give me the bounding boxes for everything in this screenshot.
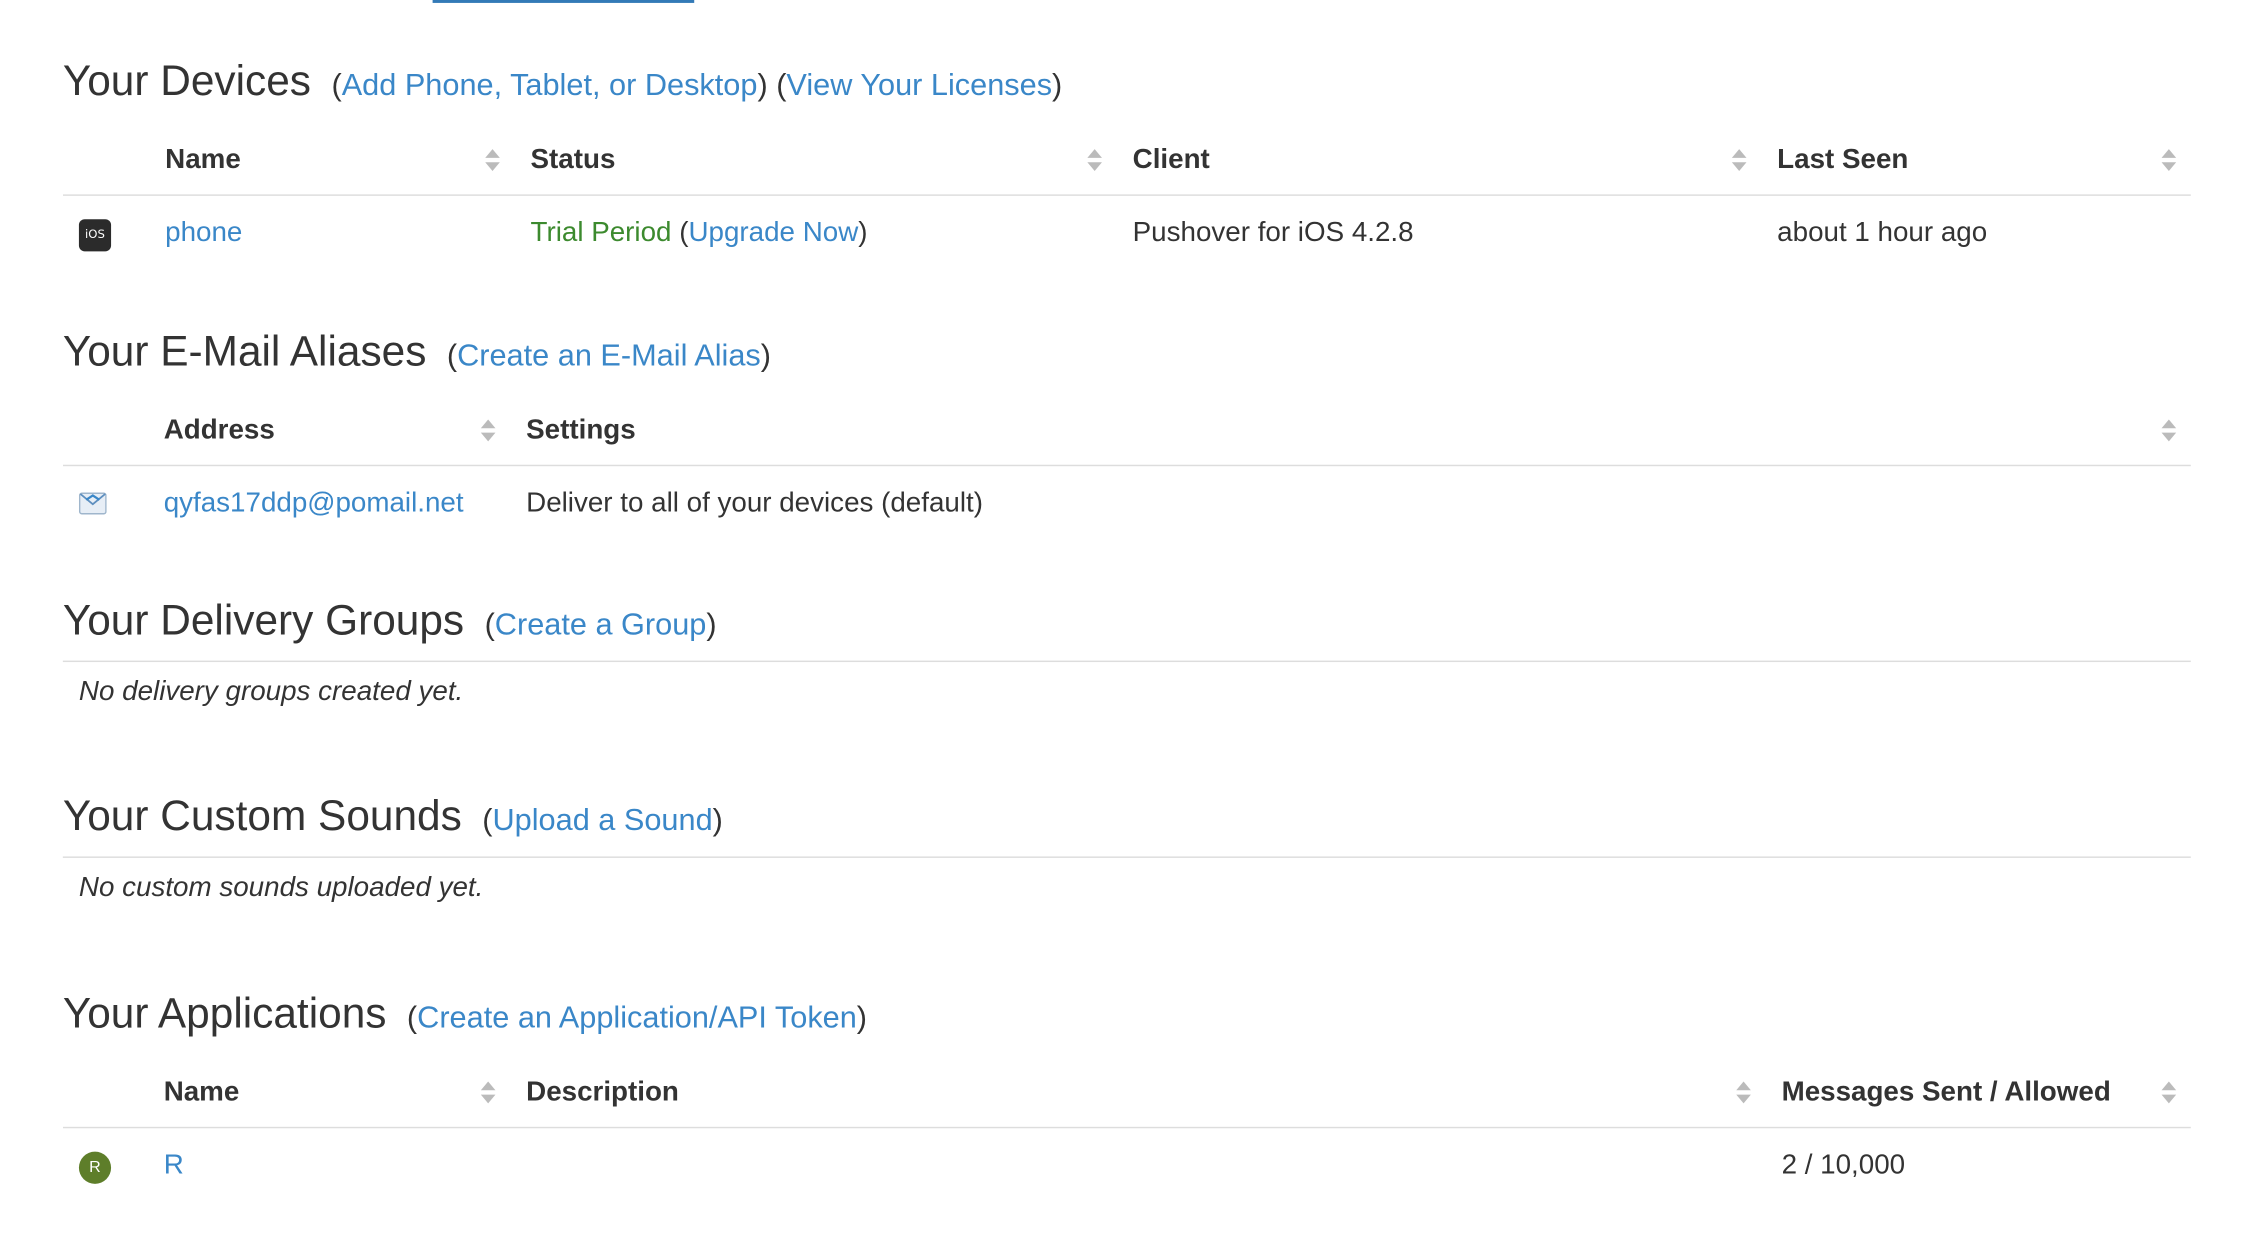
col-messages[interactable]: Messages Sent / Allowed bbox=[1782, 1060, 2111, 1127]
divider bbox=[62, 856, 2191, 858]
alias-address-link[interactable]: qyfas17ddp@pomail.net bbox=[164, 488, 464, 519]
app-messages: 2 / 10,000 bbox=[1781, 1150, 1906, 1181]
groups-empty-text: No delivery groups created yet. bbox=[78, 676, 464, 708]
sort-address-icon[interactable] bbox=[480, 419, 496, 442]
devices-heading: Your Devices (Add Phone, Tablet, or Deskt… bbox=[63, 58, 1062, 106]
device-client: Pushover for iOS 4.2.8 bbox=[1132, 217, 1414, 249]
col-app-name[interactable]: Name bbox=[164, 1060, 240, 1127]
applications-title: Your Applications bbox=[62, 990, 387, 1038]
sort-messages-icon[interactable] bbox=[2161, 1081, 2177, 1105]
sort-last-seen-icon[interactable] bbox=[2161, 149, 2177, 172]
upgrade-now-link[interactable]: Upgrade Now bbox=[688, 218, 858, 249]
create-group-link[interactable]: Create a Group bbox=[495, 608, 707, 642]
col-status[interactable]: Status bbox=[531, 127, 616, 194]
devices-title: Your Devices bbox=[62, 58, 312, 106]
create-alias-link[interactable]: Create an E-Mail Alias bbox=[457, 339, 761, 373]
applications-links: (Create an Application/API Token) bbox=[406, 1001, 868, 1035]
mail-icon bbox=[78, 492, 107, 515]
sort-description-icon[interactable] bbox=[1736, 1081, 1751, 1105]
add-device-link[interactable]: Add Phone, Tablet, or Desktop bbox=[342, 69, 758, 103]
aliases-title: Your E-Mail Aliases bbox=[62, 328, 427, 376]
sort-client-icon[interactable] bbox=[1731, 149, 1747, 172]
col-last-seen[interactable]: Last Seen bbox=[1777, 127, 1908, 194]
table-row: qyfas17ddp@pomail.net Deliver to all of … bbox=[63, 466, 2191, 542]
sort-status-icon[interactable] bbox=[1087, 149, 1102, 172]
col-settings[interactable]: Settings bbox=[526, 398, 636, 465]
active-tab-indicator bbox=[432, 0, 695, 3]
sort-app-name-icon[interactable] bbox=[480, 1081, 496, 1105]
groups-heading: Your Delivery Groups (Create a Group) bbox=[63, 598, 717, 646]
alias-settings: Deliver to all of your devices (default) bbox=[526, 488, 983, 519]
app-icon: R bbox=[78, 1151, 112, 1184]
aliases-table-header: Address Settings bbox=[62, 398, 2191, 467]
table-row: R R 2 / 10,000 bbox=[63, 1128, 2191, 1204]
trial-status: Trial Period bbox=[530, 217, 672, 249]
sort-name-icon[interactable] bbox=[485, 149, 500, 172]
divider bbox=[62, 660, 2191, 663]
table-row: iOS phone Trial Period (Upgrade Now) Pus… bbox=[63, 196, 2191, 272]
aliases-heading: Your E-Mail Aliases (Create an E-Mail Ali… bbox=[63, 329, 771, 377]
sounds-title: Your Custom Sounds bbox=[62, 793, 462, 841]
devices-table-header: Name Status Client Last Seen bbox=[62, 127, 2191, 196]
ios-icon: iOS bbox=[78, 219, 112, 252]
aliases-links: (Create an E-Mail Alias) bbox=[446, 339, 771, 373]
applications-table-header: Name Description Messages Sent / Allowed bbox=[62, 1060, 2191, 1129]
sounds-heading: Your Custom Sounds (Upload a Sound) bbox=[63, 794, 723, 842]
sort-settings-icon[interactable] bbox=[2161, 419, 2177, 442]
groups-links: (Create a Group) bbox=[484, 607, 717, 642]
sounds-links: (Upload a Sound) bbox=[482, 803, 723, 838]
col-client[interactable]: Client bbox=[1133, 127, 1210, 194]
device-name-link[interactable]: phone bbox=[165, 218, 242, 249]
view-licenses-link[interactable]: View Your Licenses bbox=[786, 69, 1052, 103]
device-last-seen: about 1 hour ago bbox=[1777, 217, 1988, 249]
devices-links: (Add Phone, Tablet, or Desktop) (View Yo… bbox=[331, 68, 1063, 103]
sounds-empty-text: No custom sounds uploaded yet. bbox=[78, 872, 484, 904]
upload-sound-link[interactable]: Upload a Sound bbox=[493, 804, 713, 838]
app-name-link[interactable]: R bbox=[164, 1150, 184, 1181]
applications-heading: Your Applications (Create an Application/… bbox=[63, 991, 867, 1039]
col-description[interactable]: Description bbox=[526, 1060, 679, 1127]
groups-title: Your Delivery Groups bbox=[62, 597, 465, 645]
device-status: Trial Period (Upgrade Now) bbox=[530, 217, 868, 249]
col-name[interactable]: Name bbox=[165, 127, 241, 194]
col-address[interactable]: Address bbox=[164, 398, 275, 465]
create-application-link[interactable]: Create an Application/API Token bbox=[417, 1001, 857, 1035]
